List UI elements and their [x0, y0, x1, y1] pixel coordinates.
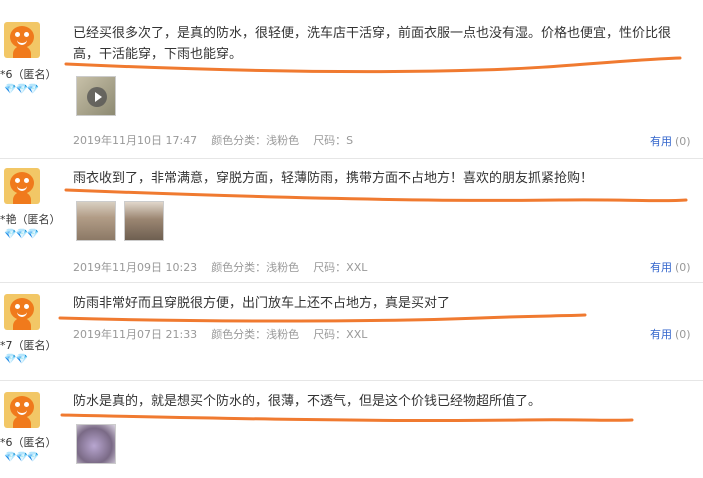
helpful-label[interactable]: 有用 [650, 328, 672, 341]
video-thumbnail[interactable] [76, 76, 116, 116]
review-meta: 2019年11月10日 17:47 颜色分类：浅粉色 尺码：S [73, 132, 367, 148]
review-size: 尺码：XXL [313, 261, 368, 274]
review-date: 2019年11月07日 21:33 [73, 328, 198, 341]
review-color: 颜色分类：浅粉色 [211, 261, 300, 274]
helpful-button[interactable]: 有用 (0) [650, 259, 691, 275]
annotation-underline [58, 313, 587, 323]
divider [0, 282, 703, 283]
avatar[interactable] [4, 168, 40, 204]
helpful-count: (0) [675, 328, 691, 341]
review-media [76, 76, 116, 116]
photo-thumbnail[interactable] [76, 201, 116, 241]
annotation-underline [60, 413, 634, 423]
photo-thumbnail[interactable] [124, 201, 164, 241]
helpful-label[interactable]: 有用 [650, 135, 672, 148]
play-icon [87, 87, 107, 107]
reviewer-rank-icon: 💎💎 [4, 354, 28, 365]
review-text: 雨衣收到了，非常满意，穿脱方面，轻薄防雨，携带方面不占地方！喜欢的朋友抓紧抢购！ [73, 171, 594, 186]
reviewer-name: *7（匿名） [0, 339, 57, 352]
reviewer-rank-icon: 💎💎💎 [4, 229, 39, 240]
avatar[interactable] [4, 392, 40, 428]
helpful-label[interactable]: 有用 [650, 261, 672, 274]
review-text: 防雨非常好而且穿脱很方便，出门放车上还不占地方，真是买对了 [73, 296, 451, 311]
helpful-button[interactable]: 有用 (0) [650, 326, 691, 342]
review-date: 2019年11月09日 10:23 [73, 261, 198, 274]
annotation-underline [64, 188, 688, 203]
review-color: 颜色分类：浅粉色 [211, 134, 300, 147]
review-text: 已经买很多次了，是真的防水，很轻便，洗车店干活穿，前面衣服一点也没有湿。价格也便… [73, 26, 672, 62]
reviewer-name: *6（匿名） [0, 436, 57, 449]
review-media [76, 201, 164, 241]
reviewer-name: *6（匿名） [0, 68, 57, 81]
review-text: 防水是真的，就是想买个防水的，很薄，不透气，但是这个价钱已经物超所值了。 [73, 394, 542, 409]
review-meta: 2019年11月09日 10:23 颜色分类：浅粉色 尺码：XXL [73, 259, 381, 275]
review-size: 尺码：XXL [313, 328, 368, 341]
helpful-count: (0) [675, 261, 691, 274]
avatar[interactable] [4, 294, 40, 330]
review-media [76, 424, 116, 464]
reviewer-rank-icon: 💎💎💎 [4, 84, 39, 95]
reviewer-name: *艳（匿名） [0, 213, 61, 226]
divider [0, 380, 703, 381]
review-size: 尺码：S [313, 134, 354, 147]
helpful-button[interactable]: 有用 (0) [650, 133, 691, 149]
avatar[interactable] [4, 22, 40, 58]
review-color: 颜色分类：浅粉色 [211, 328, 300, 341]
reviewer-rank-icon: 💎💎💎 [4, 452, 39, 463]
review-date: 2019年11月10日 17:47 [73, 134, 198, 147]
photo-thumbnail[interactable] [76, 424, 116, 464]
divider [0, 158, 703, 159]
review-meta: 2019年11月07日 21:33 颜色分类：浅粉色 尺码：XXL [73, 326, 381, 342]
helpful-count: (0) [675, 135, 691, 148]
